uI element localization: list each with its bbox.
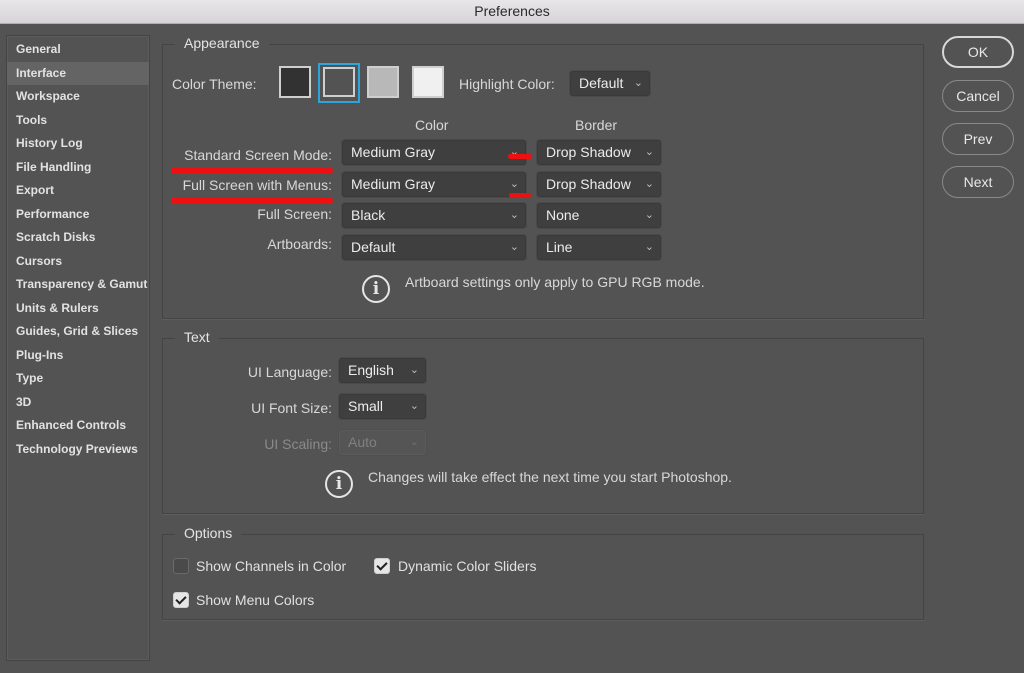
chevron-down-icon: ⌄ — [509, 209, 519, 221]
sidebar-item-plug-ins[interactable]: Plug-Ins — [7, 344, 149, 368]
standard-screen-mode-border-value: Drop Shadow — [546, 144, 631, 160]
sidebar-item-guides-grid-slices[interactable]: Guides, Grid & Slices — [7, 320, 149, 344]
artboards-color-select[interactable]: Default ⌄ — [342, 235, 526, 260]
chevron-down-icon: ⌄ — [644, 209, 654, 221]
ui-language-label: UI Language: — [247, 364, 332, 380]
full-screen-color-value: Black — [351, 207, 386, 223]
chevron-down-icon: ⌄ — [409, 364, 419, 376]
standard-screen-mode-label: Standard Screen Mode: — [184, 147, 332, 163]
standard-screen-mode-color-value: Medium Gray — [351, 144, 436, 160]
sidebar-item-history-log[interactable]: History Log — [7, 132, 149, 156]
highlight-color-select[interactable]: Default ⌄ — [570, 71, 650, 96]
ui-scaling-label: UI Scaling: — [264, 436, 332, 452]
sidebar: General Interface Workspace Tools Histor… — [6, 35, 150, 661]
info-icon: i — [325, 470, 353, 498]
ui-font-size-select[interactable]: Small ⌄ — [339, 394, 426, 419]
sidebar-item-export[interactable]: Export — [7, 179, 149, 203]
sidebar-item-enhanced-controls[interactable]: Enhanced Controls — [7, 414, 149, 438]
chevron-down-icon: ⌄ — [644, 178, 654, 190]
sidebar-item-tools[interactable]: Tools — [7, 109, 149, 133]
standard-screen-mode-border-select[interactable]: Drop Shadow ⌄ — [537, 140, 661, 165]
theme-swatch-darkest[interactable] — [279, 66, 311, 98]
sidebar-item-cursors[interactable]: Cursors — [7, 250, 149, 274]
chevron-down-icon: ⌄ — [409, 436, 419, 448]
sidebar-item-3d[interactable]: 3D — [7, 391, 149, 415]
annotation-underline — [171, 197, 333, 204]
sidebar-item-file-handling[interactable]: File Handling — [7, 156, 149, 180]
annotation-mark — [508, 154, 532, 159]
dynamic-color-sliders-checkbox[interactable] — [374, 558, 390, 574]
artboards-border-select[interactable]: Line ⌄ — [537, 235, 661, 260]
text-title: Text — [175, 329, 219, 345]
restart-note: Changes will take effect the next time y… — [368, 469, 732, 485]
full-screen-with-menus-border-select[interactable]: Drop Shadow ⌄ — [537, 172, 661, 197]
sidebar-item-interface[interactable]: Interface — [7, 61, 149, 85]
artboard-note: Artboard settings only apply to GPU RGB … — [405, 274, 705, 290]
full-screen-color-select[interactable]: Black ⌄ — [342, 203, 526, 228]
color-theme-label: Color Theme: — [172, 76, 257, 92]
sidebar-item-transparency-gamut[interactable]: Transparency & Gamut — [7, 273, 149, 297]
standard-screen-mode-color-select[interactable]: Medium Gray ⌄ — [342, 140, 526, 165]
theme-swatch-lightest[interactable] — [412, 66, 444, 98]
full-screen-border-select[interactable]: None ⌄ — [537, 203, 661, 228]
next-button[interactable]: Next — [942, 166, 1014, 198]
show-channels-in-color-label[interactable]: Show Channels in Color — [196, 558, 346, 574]
sidebar-item-general[interactable]: General — [7, 38, 149, 62]
annotation-underline — [171, 167, 333, 174]
prev-button[interactable]: Prev — [942, 123, 1014, 155]
appearance-title: Appearance — [175, 35, 269, 51]
show-menu-colors-label[interactable]: Show Menu Colors — [196, 592, 314, 608]
chevron-down-icon: ⌄ — [644, 146, 654, 158]
sidebar-item-workspace[interactable]: Workspace — [7, 85, 149, 109]
chevron-down-icon: ⌄ — [633, 77, 643, 89]
chevron-down-icon: ⌄ — [509, 241, 519, 253]
ui-font-size-label: UI Font Size: — [251, 400, 332, 416]
sidebar-item-scratch-disks[interactable]: Scratch Disks — [7, 226, 149, 250]
info-icon: i — [362, 275, 390, 303]
chevron-down-icon: ⌄ — [409, 400, 419, 412]
sidebar-item-performance[interactable]: Performance — [7, 203, 149, 227]
full-screen-with-menus-color-select[interactable]: Medium Gray ⌄ — [342, 172, 526, 197]
ok-button[interactable]: OK — [942, 36, 1014, 68]
artboards-color-value: Default — [351, 239, 396, 255]
ui-scaling-select: Auto ⌄ — [339, 430, 426, 455]
ui-language-select[interactable]: English ⌄ — [339, 358, 426, 383]
annotation-mark — [509, 193, 531, 198]
full-screen-with-menus-color-value: Medium Gray — [351, 176, 436, 192]
full-screen-label: Full Screen: — [257, 206, 332, 222]
border-column-header: Border — [575, 117, 618, 133]
show-channels-in-color-checkbox[interactable] — [173, 558, 189, 574]
full-screen-border-value: None — [546, 207, 580, 223]
dynamic-color-sliders-label[interactable]: Dynamic Color Sliders — [398, 558, 536, 574]
color-column-header: Color — [415, 117, 449, 133]
sidebar-item-technology-previews[interactable]: Technology Previews — [7, 438, 149, 462]
sidebar-item-units-rulers[interactable]: Units & Rulers — [7, 297, 149, 321]
highlight-color-value: Default — [579, 75, 624, 91]
ui-language-value: English — [348, 362, 394, 378]
sidebar-item-type[interactable]: Type — [7, 367, 149, 391]
theme-swatch-dark[interactable] — [323, 67, 355, 97]
full-screen-with-menus-border-value: Drop Shadow — [546, 176, 631, 192]
window-title: Preferences — [0, 0, 1024, 24]
highlight-color-label: Highlight Color: — [459, 76, 555, 92]
artboards-border-value: Line — [546, 239, 573, 255]
options-title: Options — [175, 525, 242, 541]
full-screen-with-menus-label: Full Screen with Menus: — [182, 177, 332, 193]
theme-swatch-medium-light[interactable] — [367, 66, 399, 98]
cancel-button[interactable]: Cancel — [942, 80, 1014, 112]
chevron-down-icon: ⌄ — [644, 241, 654, 253]
chevron-down-icon: ⌄ — [509, 146, 519, 158]
ui-scaling-value: Auto — [348, 434, 377, 450]
artboards-label: Artboards: — [267, 236, 332, 252]
show-menu-colors-checkbox[interactable] — [173, 592, 189, 608]
ui-font-size-value: Small — [348, 398, 384, 414]
